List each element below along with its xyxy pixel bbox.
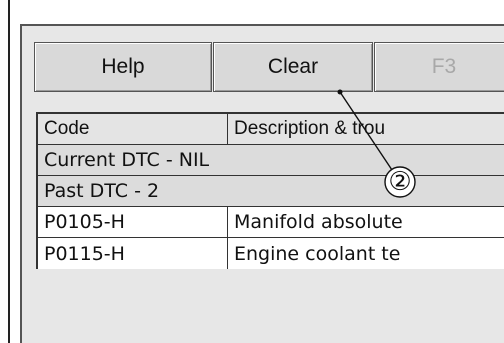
table-row[interactable]: P0105-H Manifold absolute [38,207,504,238]
callout-number-label: ② [388,167,412,197]
past-dtc-label: Past DTC - 2 [44,180,160,202]
dtc-table: Code Description & trou Current DTC - NI… [36,112,504,269]
current-dtc-row[interactable]: Current DTC - NIL [38,145,504,176]
help-button[interactable]: Help [34,42,212,92]
f3-button[interactable]: F3 [374,42,504,92]
table-header-row: Code Description & trou [38,114,504,145]
current-dtc-label: Current DTC - NIL [44,149,210,171]
past-dtc-row[interactable]: Past DTC - 2 [38,176,504,207]
toolbar: Help Clear F3 [22,26,504,112]
dtc-panel: Help Clear F3 Code Description & trou Cu… [20,24,504,343]
dtc-code-cell: P0115-H [38,238,228,269]
clear-button[interactable]: Clear [213,42,373,92]
dtc-code-cell: P0105-H [38,207,228,237]
column-header-description: Description & trou [234,118,386,139]
table-row[interactable]: P0115-H Engine coolant te [38,238,504,269]
column-header-code: Code [38,114,228,144]
dtc-description-cell: Manifold absolute [234,211,403,233]
dtc-description-cell: Engine coolant te [234,242,401,265]
